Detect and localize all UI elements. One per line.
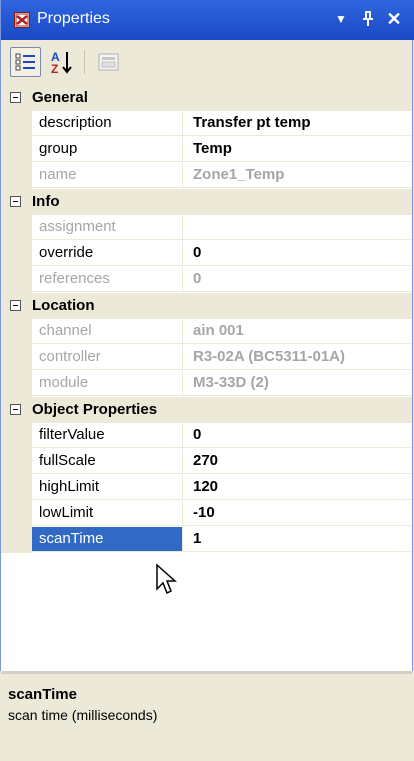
category-label: Info: [32, 193, 60, 210]
property-value[interactable]: Temp: [183, 137, 412, 162]
title-bar: Properties ▼ ✕: [1, 0, 414, 40]
property-name: lowLimit: [32, 501, 183, 526]
close-icon[interactable]: ✕: [383, 8, 405, 30]
property-name: description: [32, 111, 183, 136]
property-name: references: [32, 267, 183, 292]
property-value[interactable]: 0: [183, 423, 412, 448]
property-value: [183, 215, 412, 240]
property-row-assignment[interactable]: assignment: [1, 215, 412, 241]
property-value: Zone1_Temp: [183, 163, 412, 188]
property-row-group[interactable]: group Temp: [1, 137, 412, 163]
description-title: scanTime: [8, 686, 77, 703]
description-pane: scanTime scan time (milliseconds): [1, 674, 412, 761]
property-pages-button[interactable]: [93, 47, 124, 77]
window-title: Properties: [37, 10, 110, 27]
property-name: highLimit: [32, 475, 183, 500]
category-label: Object Properties: [32, 401, 158, 418]
property-row-references[interactable]: references 0: [1, 267, 412, 293]
pin-icon[interactable]: [357, 8, 379, 32]
category-general[interactable]: General: [1, 85, 412, 111]
property-name: assignment: [32, 215, 183, 240]
property-name: fullScale: [32, 449, 183, 474]
property-row-name[interactable]: name Zone1_Temp: [1, 163, 412, 189]
property-value: ain 001: [183, 319, 412, 344]
property-name: group: [32, 137, 183, 162]
property-row-controller[interactable]: controller R3-02A (BC5311-01A): [1, 345, 412, 371]
categorized-icon: [15, 53, 35, 71]
property-value[interactable]: 1: [183, 527, 412, 552]
property-row-highlimit[interactable]: highLimit 120: [1, 475, 412, 501]
property-row-lowlimit[interactable]: lowLimit -10: [1, 501, 412, 527]
svg-text:Z: Z: [51, 62, 58, 76]
property-name: module: [32, 371, 183, 396]
categorized-button[interactable]: [10, 47, 41, 77]
property-pages-icon: [98, 53, 119, 71]
property-value[interactable]: 120: [183, 475, 412, 500]
property-value: 0: [183, 267, 412, 292]
alphabetical-button[interactable]: A Z: [45, 47, 76, 77]
category-object-properties[interactable]: Object Properties: [1, 397, 412, 423]
property-name: controller: [32, 345, 183, 370]
property-value[interactable]: Transfer pt temp: [183, 111, 412, 136]
alphabetical-icon: A Z: [51, 50, 72, 76]
description-text: scan time (milliseconds): [8, 707, 158, 723]
property-name: channel: [32, 319, 183, 344]
properties-window-icon: [14, 12, 30, 28]
property-row-override[interactable]: override 0: [1, 241, 412, 267]
property-row-scantime[interactable]: scanTime 1: [1, 527, 412, 553]
mouse-cursor-icon: [156, 563, 177, 595]
collapse-icon[interactable]: [10, 196, 21, 207]
property-value[interactable]: -10: [183, 501, 412, 526]
properties-window: Properties ▼ ✕ A Z General description T…: [0, 0, 414, 671]
toolbar: A Z: [1, 40, 412, 85]
property-name: filterValue: [32, 423, 183, 448]
category-location[interactable]: Location: [1, 293, 412, 319]
category-label: Location: [32, 297, 95, 314]
property-row-module[interactable]: module M3-33D (2): [1, 371, 412, 397]
property-row-fullscale[interactable]: fullScale 270: [1, 449, 412, 475]
property-grid: General description Transfer pt temp gro…: [1, 85, 412, 671]
property-value[interactable]: 270: [183, 449, 412, 474]
property-row-description[interactable]: description Transfer pt temp: [1, 111, 412, 137]
property-name: name: [32, 163, 183, 188]
toolbar-separator: [84, 50, 85, 74]
category-info[interactable]: Info: [1, 189, 412, 215]
collapse-icon[interactable]: [10, 300, 21, 311]
dropdown-arrow-icon[interactable]: ▼: [330, 8, 352, 30]
property-row-channel[interactable]: channel ain 001: [1, 319, 412, 345]
category-label: General: [32, 89, 88, 106]
collapse-icon[interactable]: [10, 404, 21, 415]
property-row-filtervalue[interactable]: filterValue 0: [1, 423, 412, 449]
property-value: M3-33D (2): [183, 371, 412, 396]
collapse-icon[interactable]: [10, 92, 21, 103]
property-name: scanTime: [32, 527, 183, 552]
property-value: R3-02A (BC5311-01A): [183, 345, 412, 370]
property-value[interactable]: 0: [183, 241, 412, 266]
property-name: override: [32, 241, 183, 266]
